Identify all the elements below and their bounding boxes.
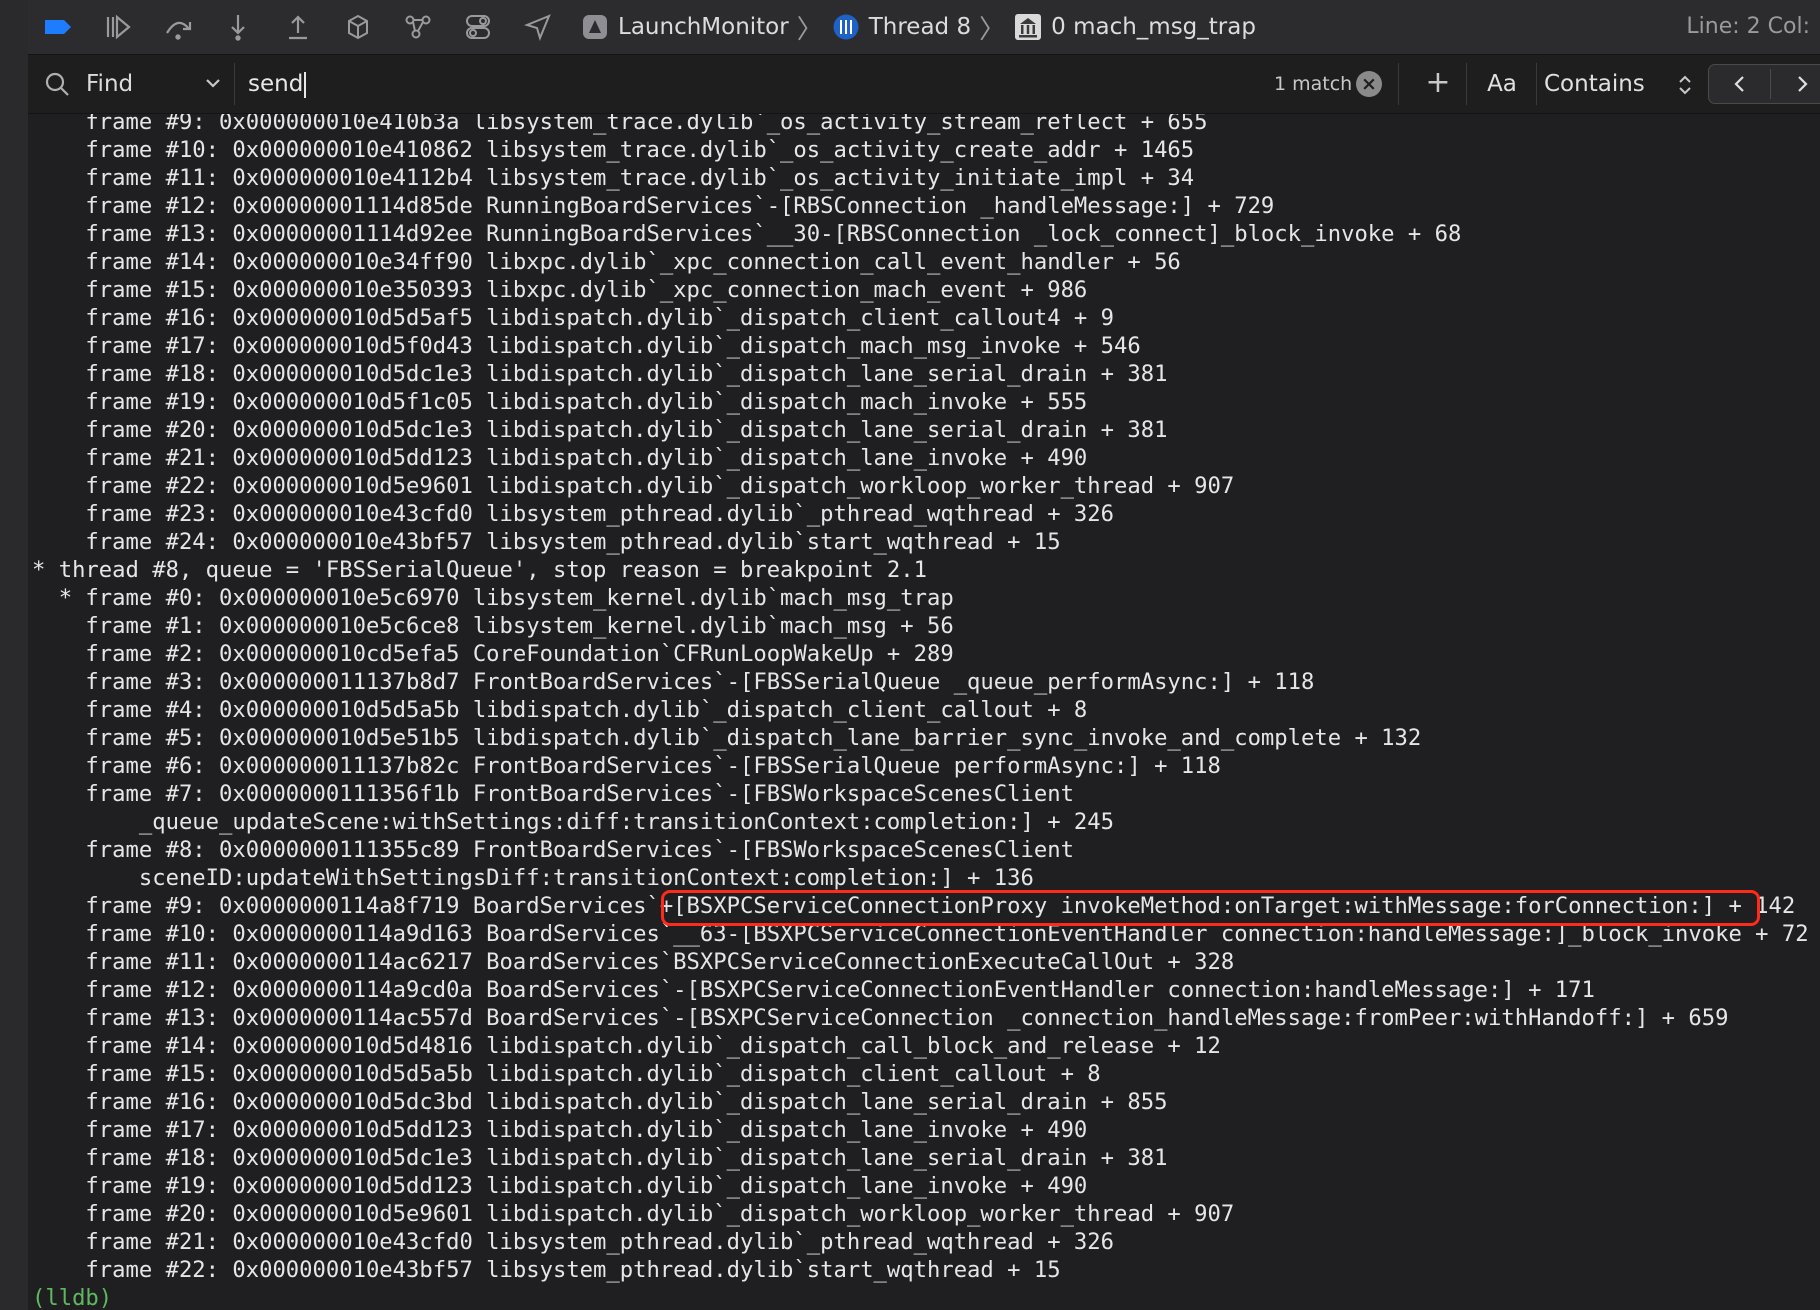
chevron-right-icon [1798, 76, 1808, 92]
console-line: frame #8: 0x0000000111355c89 FrontBoardS… [32, 837, 1074, 863]
breadcrumb-app-label: LaunchMonitor [618, 14, 789, 40]
step-over-icon[interactable] [148, 0, 208, 54]
console-line: _queue_updateScene:withSettings:diff:tra… [32, 809, 1114, 835]
next-match-button[interactable] [1771, 65, 1820, 103]
console-line: frame #18: 0x000000010d5dc1e3 libdispatc… [32, 361, 1168, 387]
breadcrumb-thread[interactable]: Thread 8 [831, 12, 971, 42]
match-navigation [1708, 64, 1820, 104]
step-into-icon[interactable] [208, 0, 268, 54]
console-line: frame #14: 0x000000010d5d4816 libdispatc… [32, 1033, 1221, 1059]
console-line: frame #9: 0x000000010e410b3a libsystem_t… [32, 114, 1208, 135]
divider [1536, 63, 1537, 105]
environment-overrides-icon[interactable] [448, 0, 508, 54]
console-line: frame #14: 0x000000010e34ff90 libxpc.dyl… [32, 249, 1181, 275]
console-line: frame #16: 0x000000010d5dc3bd libdispatc… [32, 1089, 1168, 1115]
match-case-button[interactable]: Aa [1474, 64, 1530, 104]
console-line: frame #22: 0x000000010d5e9601 libdispatc… [32, 473, 1235, 499]
text-caret [304, 71, 307, 98]
continue-icon[interactable] [88, 0, 148, 54]
divider [1398, 63, 1399, 105]
match-count: 1 match [1274, 73, 1353, 95]
debug-console[interactable]: frame #9: 0x000000010e410b3a libsystem_t… [28, 114, 1820, 1310]
console-line: frame #11: 0x0000000114ac6217 BoardServi… [32, 949, 1235, 975]
chevron-left-icon [1734, 76, 1744, 92]
console-line: frame #12: 0x0000000114a9cd0a BoardServi… [32, 977, 1595, 1003]
breadcrumb: LaunchMonitor 〉 Thread 8 〉 0 mach_msg_tr… [580, 9, 1256, 46]
find-mode-selector[interactable]: Find [42, 64, 234, 104]
console-line: frame #13: 0x00000001114d92ee RunningBoa… [32, 221, 1462, 247]
console-line: frame #2: 0x000000010cd5efa5 CoreFoundat… [32, 641, 954, 667]
console-line: frame #5: 0x000000010d5e51b5 libdispatch… [32, 725, 1422, 751]
step-out-icon[interactable] [268, 0, 328, 54]
breakpoints-toggle-icon[interactable] [28, 0, 88, 54]
previous-match-button[interactable] [1709, 65, 1771, 103]
highlight-annotation-box [661, 890, 1760, 926]
thread-icon [833, 14, 859, 40]
chevron-down-icon [206, 79, 220, 88]
console-line: frame #15: 0x000000010e350393 libxpc.dyl… [32, 277, 1088, 303]
frame-icon [1015, 14, 1042, 40]
simulate-location-icon[interactable] [508, 0, 568, 54]
console-line: frame #10: 0x000000010e410862 libsystem_… [32, 137, 1195, 163]
console-line: frame #11: 0x000000010e4112b4 libsystem_… [32, 165, 1195, 191]
console-line: frame #20: 0x000000010d5e9601 libdispatc… [32, 1201, 1235, 1227]
console-line: frame #22: 0x000000010e43bf57 libsystem_… [32, 1257, 1061, 1283]
match-type-label: Contains [1544, 71, 1645, 97]
console-line: frame #16: 0x000000010d5d5af5 libdispatc… [32, 305, 1114, 331]
console-line-current-frame: * frame #0: 0x000000010e5c6970 libsystem… [32, 585, 954, 611]
breadcrumb-thread-label: Thread 8 [868, 14, 972, 40]
console-line: frame #20: 0x000000010d5dc1e3 libdispatc… [32, 417, 1168, 443]
chevron-right-icon: 〉 [796, 14, 823, 45]
console-line: frame #17: 0x000000010d5dd123 libdispatc… [32, 1117, 1088, 1143]
console-line: frame #15: 0x000000010d5d5a5b libdispatc… [32, 1061, 1101, 1087]
console-line: frame #6: 0x000000011137b82c FrontBoardS… [32, 753, 1221, 779]
console-line: frame #21: 0x000000010e43cfd0 libsystem_… [32, 1229, 1114, 1255]
console-line: frame #7: 0x0000000111356f1b FrontBoardS… [32, 781, 1074, 807]
memory-graph-icon[interactable] [388, 0, 448, 54]
search-query: send [248, 71, 304, 97]
console-line: frame #3: 0x000000011137b8d7 FrontBoardS… [32, 669, 1315, 695]
console-line-thread-header: * thread #8, queue = 'FBSSerialQueue', s… [32, 557, 927, 583]
find-bar: Find send 1 match × + Aa Contains [28, 55, 1820, 114]
divider [234, 63, 235, 105]
console-line: frame #12: 0x00000001114d85de RunningBoa… [32, 193, 1275, 219]
match-type-selector[interactable]: Contains [1544, 64, 1694, 104]
up-down-chevron-icon [1679, 75, 1691, 95]
console-line: frame #23: 0x000000010e43cfd0 libsystem_… [32, 501, 1114, 527]
console-line: frame #19: 0x000000010d5f1c05 libdispatc… [32, 389, 1088, 415]
console-line: frame #4: 0x000000010d5d5a5b libdispatch… [32, 697, 1088, 723]
chevron-right-icon: 〉 [979, 14, 1006, 45]
breadcrumb-frame-label: 0 mach_msg_trap [1051, 14, 1256, 40]
search-icon [45, 72, 69, 96]
console-line: frame #1: 0x000000010e5c6ce8 libsystem_k… [32, 613, 954, 639]
view-hierarchy-icon[interactable] [328, 0, 388, 54]
console-line: frame #19: 0x000000010d5dd123 libdispatc… [32, 1173, 1088, 1199]
console-line: frame #17: 0x000000010d5f0d43 libdispatc… [32, 333, 1141, 359]
left-gutter [0, 0, 29, 1310]
find-mode-label: Find [86, 71, 134, 97]
lldb-prompt[interactable]: (lldb) [32, 1284, 112, 1310]
console-line: frame #13: 0x0000000114ac557d BoardServi… [32, 1005, 1729, 1031]
console-line: frame #18: 0x000000010d5dc1e3 libdispatc… [32, 1145, 1168, 1171]
clear-search-button[interactable]: × [1356, 71, 1382, 97]
line-column-indicator: Line: 2 Col: [1686, 14, 1810, 39]
debug-toolbar: LaunchMonitor 〉 Thread 8 〉 0 mach_msg_tr… [28, 0, 1820, 55]
console-line: sceneID:updateWithSettingsDiff:transitio… [32, 865, 1034, 891]
breadcrumb-app[interactable]: LaunchMonitor [580, 12, 789, 42]
console-line: frame #24: 0x000000010e43bf57 libsystem_… [32, 529, 1061, 555]
console-line: frame #21: 0x000000010d5dd123 libdispatc… [32, 445, 1088, 471]
divider [1466, 63, 1467, 105]
app-icon [583, 15, 607, 39]
breadcrumb-frame[interactable]: 0 mach_msg_trap [1013, 12, 1256, 42]
close-icon: × [1361, 73, 1377, 95]
add-find-options-button[interactable]: + [1418, 64, 1458, 104]
search-input[interactable]: send [248, 64, 948, 104]
